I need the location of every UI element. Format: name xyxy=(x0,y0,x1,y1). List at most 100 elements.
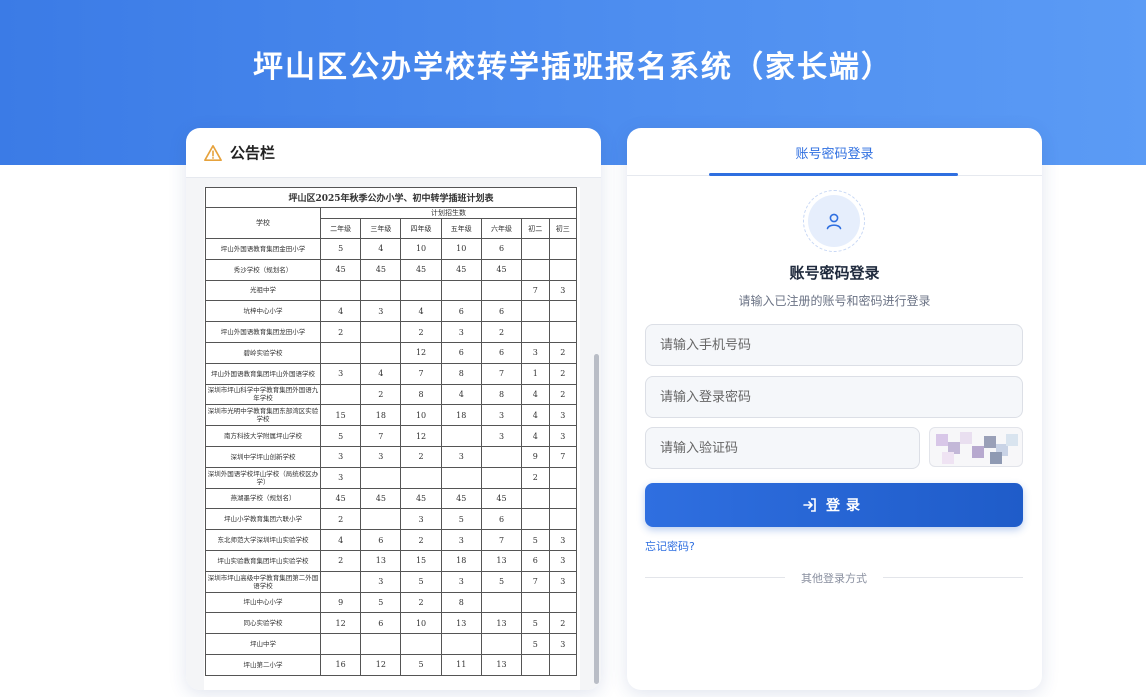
grade-header: 四年级 xyxy=(400,218,442,239)
table-row: 深圳市光明中学教育集团东部湾区实验学校 15 18 10 18 3 4 3 xyxy=(205,404,578,427)
plan-count-cell: 13 xyxy=(480,549,523,572)
other-login-divider: 其他登录方式 xyxy=(645,568,1023,588)
warning-icon xyxy=(204,144,222,161)
plan-count-cell: 7 xyxy=(480,529,523,551)
plan-count-cell: 7 xyxy=(360,425,402,447)
plan-count-cell xyxy=(548,487,578,510)
plan-count-cell: 3 xyxy=(548,529,578,551)
plan-count-cell: 5 xyxy=(521,612,550,635)
plan-count-cell: 3 xyxy=(319,445,362,468)
plan-count-cell: 5 xyxy=(521,529,550,551)
table-row: 燕湖墨学校（规划名） 45 45 45 45 45 xyxy=(205,487,578,510)
page-title: 坪山区公办学校转学插班报名系统（家长端） xyxy=(253,50,893,85)
school-name-cell: 深圳市坪山科学中学教育集团外国语九年学校 xyxy=(205,383,321,406)
forgot-password-link[interactable]: 忘记密码? xyxy=(645,538,695,554)
notice-board-card: 公告栏 坪山区2025年秋季公办小学、初中转学插班计划表 学校 计划招生数 二年… xyxy=(186,128,601,690)
plan-count-cell: 4 xyxy=(400,300,442,323)
plan-count-cell xyxy=(319,341,362,364)
plan-count-cell xyxy=(548,258,578,281)
school-name-cell: 东北师范大学深圳坪山实验学校 xyxy=(205,529,321,551)
table-row: 同心实验学校 12 6 10 13 13 5 2 xyxy=(205,612,578,635)
plan-count-cell: 3 xyxy=(440,570,482,593)
plan-count-cell xyxy=(548,321,578,343)
login-title: 账号密码登录 xyxy=(789,264,880,282)
plan-count-cell: 2 xyxy=(548,383,578,406)
plan-count-cell xyxy=(548,300,578,323)
plan-count-cell xyxy=(319,633,362,655)
plan-count-cell: 4 xyxy=(521,404,550,427)
notice-scrollbar[interactable] xyxy=(594,354,599,684)
school-name-cell: 坪山中学 xyxy=(205,633,321,655)
plan-count-cell: 8 xyxy=(400,383,442,406)
table-row: 坪山中心小学 9 5 2 8 xyxy=(205,591,578,614)
plan-count-cell: 18 xyxy=(360,404,402,427)
avatar xyxy=(803,190,865,252)
tab-account-login[interactable]: 账号密码登录 xyxy=(627,143,1042,162)
plan-count-cell: 7 xyxy=(521,570,550,593)
plan-count-cell: 3 xyxy=(548,549,578,572)
plan-count-cell: 2 xyxy=(400,445,442,468)
plan-count-cell: 5 xyxy=(360,591,402,614)
plan-count-cell: 4 xyxy=(360,362,402,385)
plan-count-cell xyxy=(360,466,402,489)
plan-count-cell: 6 xyxy=(440,341,482,364)
captcha-input[interactable] xyxy=(645,427,920,469)
grade-header: 初二 xyxy=(521,218,550,239)
grade-header: 二年级 xyxy=(319,218,362,239)
school-name-cell: 深圳市坪山高级中学教育集团第二外国语学校 xyxy=(205,570,321,593)
plan-count-cell: 2 xyxy=(400,591,442,614)
table-row: 坪山第二小学 16 12 5 11 13 xyxy=(205,653,578,676)
plan-count-cell: 8 xyxy=(440,362,482,385)
plan-count-cell: 3 xyxy=(440,321,482,343)
plan-count-cell: 2 xyxy=(319,508,362,531)
school-name-cell: 燕湖墨学校（规划名） xyxy=(205,487,321,510)
table-row: 坪山外国语教育集团坪山外国语学校 3 4 7 8 7 1 2 xyxy=(205,362,578,385)
login-button-label: 登录 xyxy=(826,498,866,514)
plan-count-cell: 2 xyxy=(400,529,442,551)
plan-count-cell: 7 xyxy=(521,279,550,302)
plan-count-cell: 45 xyxy=(360,258,402,281)
table-row: 光祖中学 7 3 xyxy=(205,279,578,302)
plan-count-cell xyxy=(480,445,523,468)
login-subtitle: 请输入已注册的账号和密码进行登录 xyxy=(738,294,931,308)
plan-count-cell: 45 xyxy=(480,487,523,510)
school-name-cell: 坪山外国语教育集团金田小学 xyxy=(205,238,321,260)
plan-count-cell: 3 xyxy=(548,570,578,593)
plan-count-cell: 18 xyxy=(440,549,482,572)
table-row: 坪山实验教育集团坪山实验学校 2 13 15 18 13 6 3 xyxy=(205,549,578,572)
plan-count-cell: 5 xyxy=(480,570,523,593)
table-row: 深圳中学坪山创新学校 3 3 2 3 9 7 xyxy=(205,445,578,468)
plan-count-cell xyxy=(521,300,550,323)
table-row: 坪山外国语教育集团龙田小学 2 2 3 2 xyxy=(205,321,578,343)
school-name-cell: 南方科技大学附属坪山学校 xyxy=(205,425,321,447)
notice-body[interactable]: 坪山区2025年秋季公办小学、初中转学插班计划表 学校 计划招生数 二年级 三年级… xyxy=(186,178,601,690)
plan-count-cell: 7 xyxy=(400,362,442,385)
password-input[interactable] xyxy=(645,376,1023,418)
plan-count-cell: 4 xyxy=(521,425,550,447)
table-row: 深圳市坪山高级中学教育集团第二外国语学校 3 5 3 5 7 3 xyxy=(205,570,578,593)
table-row: 秀沙学校（规划名） 45 45 45 45 45 xyxy=(205,258,578,281)
plan-count-cell xyxy=(360,508,402,531)
plan-count-cell: 7 xyxy=(548,445,578,468)
login-icon xyxy=(803,498,816,512)
plan-count-cell: 4 xyxy=(319,529,362,551)
school-name-cell: 坪山实验教育集团坪山实验学校 xyxy=(205,549,321,572)
phone-input[interactable] xyxy=(645,324,1023,366)
grade-header: 初三 xyxy=(548,218,578,239)
plan-count-cell: 4 xyxy=(440,383,482,406)
plan-count-cell xyxy=(480,591,523,614)
captcha-image[interactable] xyxy=(929,427,1023,467)
school-name-cell: 深圳市光明中学教育集团东部湾区实验学校 xyxy=(205,404,321,427)
plan-count-cell xyxy=(480,466,523,489)
plan-count-cell: 3 xyxy=(548,633,578,655)
plan-count-cell: 10 xyxy=(400,238,442,260)
plan-count-cell xyxy=(440,633,482,655)
plan-count-cell xyxy=(521,487,550,510)
grade-header: 五年级 xyxy=(440,218,482,239)
plan-count-cell xyxy=(548,508,578,531)
plan-count-cell xyxy=(480,279,523,302)
active-tab-indicator xyxy=(709,173,958,176)
plan-count-cell xyxy=(319,279,362,302)
plan-count-cell: 3 xyxy=(360,445,402,468)
login-button[interactable]: 登录 xyxy=(645,483,1023,527)
